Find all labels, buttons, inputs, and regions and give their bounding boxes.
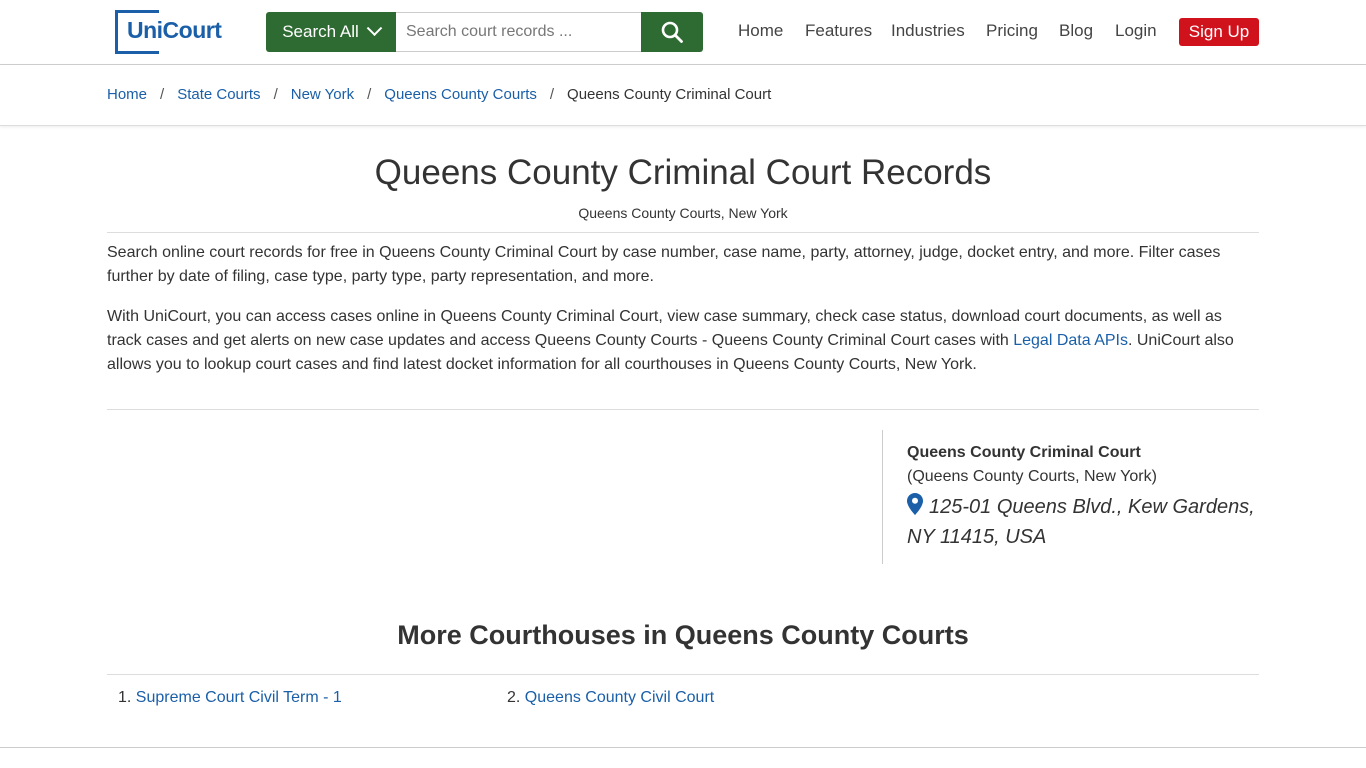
breadcrumb: Home / State Courts / New York / Queens … — [107, 86, 771, 103]
divider — [107, 674, 1259, 675]
breadcrumb-queens-county-courts[interactable]: Queens County Courts — [384, 86, 537, 103]
description-paragraph: With UniCourt, you can access cases onli… — [107, 305, 1259, 377]
courthouse-link-supreme-court-civil-term[interactable]: Supreme Court Civil Term - 1 — [136, 689, 342, 706]
list-item: 2. Queens County Civil Court — [507, 689, 714, 707]
nav-features[interactable]: Features — [805, 21, 872, 41]
search-button[interactable] — [641, 12, 703, 52]
legal-data-apis-link[interactable]: Legal Data APIs — [1013, 332, 1128, 349]
chevron-down-icon — [366, 19, 383, 36]
more-courthouses-title: More Courthouses in Queens County Courts — [397, 620, 969, 650]
info-divider — [882, 430, 883, 564]
list-item-number: 1. — [118, 689, 132, 706]
unicourt-logo[interactable]: UniCourt — [115, 10, 222, 54]
footer-divider — [0, 747, 1366, 748]
list-item: 1. Supreme Court Civil Term - 1 — [118, 689, 342, 707]
search-all-label: Search All — [282, 22, 359, 41]
intro-paragraph: Search online court records for free in … — [107, 244, 1221, 285]
breadcrumb-current: Queens County Criminal Court — [567, 86, 772, 103]
nav-login[interactable]: Login — [1115, 21, 1157, 41]
signup-button[interactable]: Sign Up — [1179, 18, 1259, 46]
page-title: Queens County Criminal Court Records — [374, 153, 992, 192]
search-group: Search All — [266, 12, 703, 52]
page-subtitle: Queens County Courts, New York — [578, 205, 788, 221]
courthouse-link-queens-county-civil-court[interactable]: Queens County Civil Court — [525, 689, 714, 706]
breadcrumb-new-york[interactable]: New York — [291, 86, 354, 103]
search-icon — [661, 21, 683, 43]
breadcrumb-bar: Home / State Courts / New York / Queens … — [0, 65, 1366, 126]
search-input[interactable] — [396, 12, 641, 52]
nav-pricing[interactable]: Pricing — [986, 21, 1038, 41]
site-header: UniCourt Search All Home Features Indust… — [0, 0, 1366, 65]
nav-blog[interactable]: Blog — [1059, 21, 1093, 41]
court-parent: (Queens County Courts, New York) — [907, 468, 1157, 485]
breadcrumb-separator: / — [367, 86, 372, 103]
divider — [107, 232, 1259, 233]
nav-home[interactable]: Home — [738, 21, 783, 41]
search-all-dropdown[interactable]: Search All — [266, 12, 396, 52]
court-address-text: 125-01 Queens Blvd., Kew Gardens, NY 114… — [907, 496, 1255, 548]
breadcrumb-state-courts[interactable]: State Courts — [177, 86, 260, 103]
breadcrumb-home[interactable]: Home — [107, 86, 147, 103]
breadcrumb-separator: / — [549, 86, 555, 103]
court-name: Queens County Criminal Court — [907, 444, 1141, 461]
court-address: 125-01 Queens Blvd., Kew Gardens, NY 114… — [907, 492, 1257, 552]
map-pin-icon — [907, 493, 923, 515]
breadcrumb-separator: / — [160, 86, 165, 103]
divider — [107, 409, 1259, 410]
nav-industries[interactable]: Industries — [891, 21, 965, 41]
logo-text: UniCourt — [127, 17, 222, 43]
list-item-number: 2. — [507, 689, 521, 706]
breadcrumb-separator: / — [273, 86, 278, 103]
